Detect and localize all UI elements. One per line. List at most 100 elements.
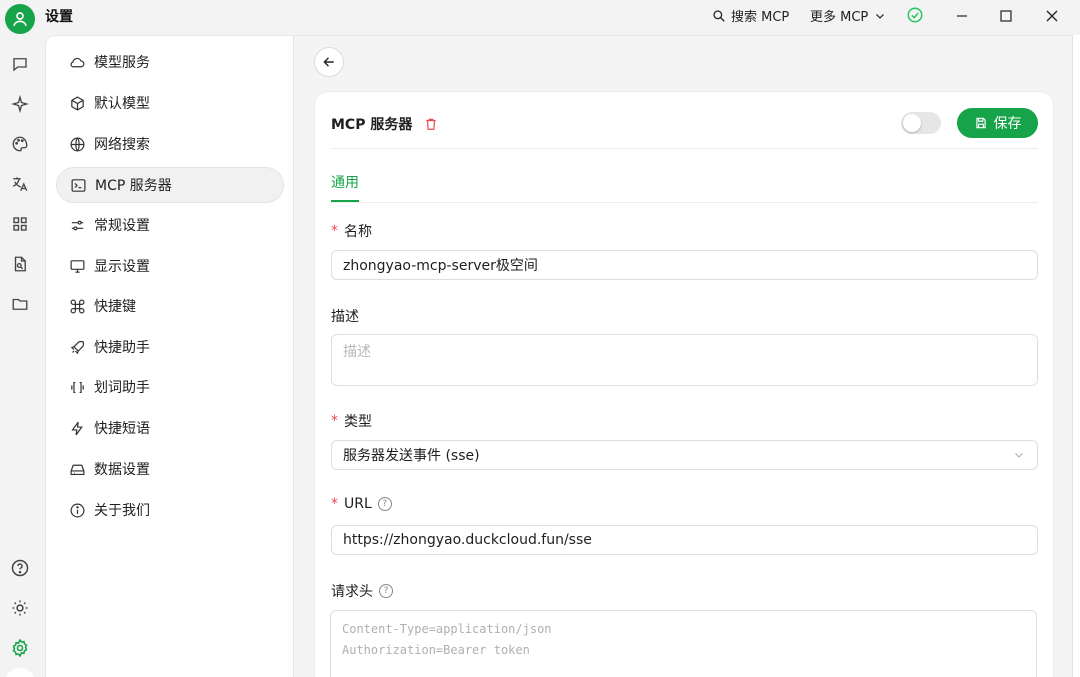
nav-item-quick-assistant[interactable]: 快捷助手 (56, 329, 284, 365)
translate-icon[interactable] (10, 174, 30, 194)
search-mcp-label: 搜索 MCP (731, 10, 790, 25)
icon-rail (0, 36, 44, 677)
headers-label: 请求头 (331, 584, 373, 600)
type-value: 服务器发送事件 (sse) (343, 448, 480, 464)
tab-divider (331, 202, 1038, 203)
zap-icon (68, 419, 86, 437)
rocket-icon (68, 338, 86, 356)
tab-general[interactable]: 通用 (331, 172, 359, 192)
search-mcp-button[interactable]: 搜索 MCP (712, 6, 789, 25)
desc-label: 描述 (331, 309, 359, 325)
check-circle-icon[interactable] (906, 6, 924, 24)
nav-item-label: 快捷助手 (94, 340, 150, 356)
nav-item-mcp-servers[interactable]: MCP 服务器 (56, 167, 284, 203)
url-value: https://zhongyao.duckcloud.fun/sse (343, 532, 592, 548)
nav-item-label: 默认模型 (94, 96, 150, 112)
nav-item-about[interactable]: 关于我们 (56, 492, 284, 528)
nav-item-label: 模型服务 (94, 55, 150, 71)
nav-item-selection-assistant[interactable]: 划词助手 (56, 369, 284, 405)
type-select[interactable]: 服务器发送事件 (sse) (331, 440, 1038, 470)
nav-item-quick-phrases[interactable]: 快捷短语 (56, 410, 284, 446)
nav-item-data-settings[interactable]: 数据设置 (56, 451, 284, 487)
header-divider (331, 148, 1038, 149)
chevron-down-icon (1015, 453, 1023, 458)
search-icon (713, 9, 725, 22)
nav-item-web-search[interactable]: 网络搜索 (56, 126, 284, 162)
arrow-left-icon (323, 57, 334, 67)
command-icon (68, 297, 86, 315)
sliders-icon (68, 216, 86, 234)
url-label-row: * URL ? (331, 496, 392, 512)
monitor-icon (68, 257, 86, 275)
name-value: zhongyao-mcp-server极空间 (343, 258, 538, 274)
nav-item-label: MCP 服务器 (95, 178, 172, 194)
server-enable-toggle[interactable] (901, 112, 941, 134)
nav-item-label: 显示设置 (94, 259, 150, 275)
palette-icon[interactable] (10, 134, 30, 154)
info-icon (68, 501, 86, 519)
apps-grid-icon[interactable] (10, 214, 30, 234)
folder-icon[interactable] (10, 294, 30, 314)
nav-item-display-settings[interactable]: 显示设置 (56, 248, 284, 284)
description-textarea[interactable]: 描述 (331, 334, 1038, 386)
cube-icon (68, 94, 86, 112)
settings-gear-icon[interactable] (10, 638, 30, 658)
question-icon[interactable]: ? (377, 497, 392, 511)
back-button[interactable] (314, 47, 344, 77)
help-circle-icon[interactable] (10, 558, 30, 578)
nav-item-label: 常规设置 (94, 218, 150, 234)
main-panel: MCP 服务器 保存 通用 * 名称 zhongyao-mcp-server极空… (295, 35, 1072, 677)
close-button[interactable] (1040, 4, 1064, 28)
cloud-icon (68, 53, 86, 71)
file-search-icon[interactable] (10, 254, 30, 274)
nav-item-label: 快捷键 (94, 299, 136, 315)
chat-icon[interactable] (10, 54, 30, 74)
terminal-icon (69, 176, 87, 194)
save-icon (975, 117, 986, 129)
desc-label-row: 描述 (331, 306, 359, 326)
nav-item-label: 快捷短语 (94, 421, 150, 437)
type-label-row: * 类型 (331, 411, 372, 431)
name-label-row: * 名称 (331, 221, 372, 241)
title-bar: 设置 搜索 MCP 更多 MCP (0, 0, 1080, 34)
headers-textarea[interactable]: Content-Type=application/json Authorizat… (330, 610, 1037, 677)
required-marker: * (331, 223, 338, 239)
globe-icon (68, 135, 86, 153)
hard-drive-icon (68, 460, 86, 478)
server-title: MCP 服务器 (331, 117, 413, 133)
nav-item-shortcuts[interactable]: 快捷键 (56, 288, 284, 324)
settings-nav: 模型服务 默认模型 网络搜索 MCP 服务器 常规设置 显示设置 快捷键 快捷助… (45, 35, 294, 677)
minimize-button[interactable] (950, 4, 974, 28)
sparkle-icon[interactable] (10, 94, 30, 114)
toggle-knob (903, 114, 921, 132)
headers-placeholder-line: Content-Type=application/json (342, 622, 552, 636)
name-label: 名称 (344, 224, 372, 240)
headers-placeholder-line: Authorization=Bearer token (342, 643, 530, 657)
chevron-down-icon (876, 13, 885, 19)
window-title: 设置 (45, 9, 73, 25)
required-marker: * (331, 496, 338, 512)
text-select-icon (68, 378, 86, 396)
name-input[interactable]: zhongyao-mcp-server极空间 (331, 250, 1038, 280)
save-button[interactable]: 保存 (957, 108, 1038, 138)
theme-toggle-icon[interactable] (10, 598, 30, 618)
settings-active-indicator (4, 668, 36, 677)
headers-label-row: 请求头 ? (331, 581, 393, 601)
more-mcp-dropdown[interactable]: 更多 MCP (810, 6, 886, 25)
more-mcp-label: 更多 MCP (810, 10, 869, 25)
nav-item-model-service[interactable]: 模型服务 (56, 44, 284, 80)
required-marker: * (331, 413, 338, 429)
adjacent-window-edge (1072, 35, 1080, 677)
url-label: URL (344, 496, 372, 512)
question-icon[interactable]: ? (379, 584, 393, 598)
nav-item-default-model[interactable]: 默认模型 (56, 85, 284, 121)
server-header: MCP 服务器 (331, 114, 438, 134)
user-avatar-icon[interactable] (5, 4, 35, 34)
nav-item-label: 关于我们 (94, 503, 150, 519)
server-card: MCP 服务器 保存 通用 * 名称 zhongyao-mcp-server极空… (314, 91, 1054, 677)
nav-item-general-settings[interactable]: 常规设置 (56, 207, 284, 243)
save-label: 保存 (993, 116, 1022, 132)
maximize-button[interactable] (994, 4, 1018, 28)
trash-icon[interactable] (424, 117, 438, 131)
url-input[interactable]: https://zhongyao.duckcloud.fun/sse (331, 525, 1038, 555)
